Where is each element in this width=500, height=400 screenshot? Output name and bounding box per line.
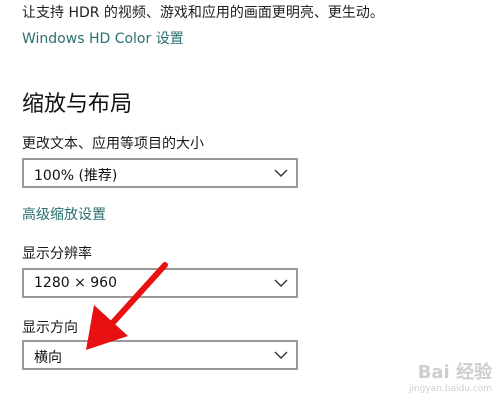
hd-color-settings-link[interactable]: Windows HD Color 设置 [22,28,184,48]
chevron-down-icon [274,351,288,359]
scale-dropdown[interactable]: 100% (推荐) [22,158,298,188]
resolution-dropdown-value: 1280 × 960 [34,275,117,291]
chevron-down-icon [274,279,288,287]
advanced-scaling-link[interactable]: 高级缩放设置 [22,204,106,224]
hdr-description: 让支持 HDR 的视频、游戏和应用的画面更明亮、更生动。 [22,5,384,21]
section-title: 缩放与布局 [22,92,133,117]
scale-label: 更改文本、应用等项目的大小 [22,136,204,152]
resolution-dropdown[interactable]: 1280 × 960 [22,268,298,298]
resolution-label: 显示分辨率 [22,246,92,262]
chevron-down-icon [274,169,288,177]
orientation-dropdown[interactable]: 横向 [22,340,298,370]
orientation-dropdown-value: 横向 [34,350,62,366]
orientation-label: 显示方向 [22,320,78,336]
baidu-jingyan-watermark: Bai 经验 jingyan.baidu.com [409,358,492,394]
watermark-logo: Bai 经验 [417,362,492,383]
scale-dropdown-value: 100% (推荐) [34,168,118,184]
watermark-url: jingyan.baidu.com [408,384,492,394]
